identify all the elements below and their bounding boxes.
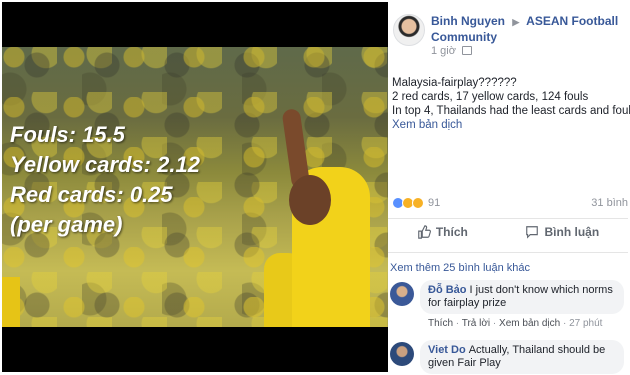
stat-per-game: (per game) (10, 212, 123, 237)
divider (388, 252, 628, 253)
comment-count[interactable]: 31 bình (591, 197, 628, 209)
post-photo[interactable]: Fouls: 15.5 Yellow cards: 2.12 Red cards… (2, 2, 388, 372)
comment-like-link[interactable]: Thích (428, 318, 453, 329)
like-button[interactable]: Thích (417, 225, 468, 239)
comment-label: Bình luận (544, 225, 600, 239)
player-edge (2, 277, 20, 327)
comment-reply-link[interactable]: Trả lời (462, 318, 490, 329)
reaction-count[interactable]: 91 (428, 197, 440, 209)
reaction-bar[interactable]: 91 31 bình (392, 197, 628, 209)
see-translation-link[interactable]: Xem bản dịch (392, 118, 630, 132)
comment-icon (526, 226, 539, 239)
post-meta: 1 giờ (431, 45, 473, 57)
comment-actions: Thích · Trả lời · Xem bản dịch · 27 phút (428, 318, 603, 329)
post-header: Binh Nguyen ▶ ASEAN Football Community (431, 14, 627, 45)
author-name[interactable]: Binh Nguyen (431, 14, 505, 28)
author-avatar[interactable] (393, 14, 425, 46)
action-bar: Thích Bình luận (388, 225, 628, 239)
wow-reaction-icon (412, 197, 424, 209)
comment-translate-link[interactable]: Xem bản dịch (499, 318, 560, 329)
post-body: Malaysia-fairplay?????? 2 red cards, 17 … (392, 76, 630, 132)
post-line: 2 red cards, 17 yellow cards, 124 fouls (392, 91, 589, 103)
commenter-name[interactable]: Viet Do (428, 344, 466, 356)
stats-overlay: Fouls: 15.5 Yellow cards: 2.12 Red cards… (10, 120, 200, 240)
commenter-avatar[interactable] (390, 282, 414, 306)
post-time[interactable]: 1 giờ (431, 45, 456, 57)
stat-fouls: Fouls: 15.5 (10, 122, 125, 147)
player-head (289, 175, 331, 225)
globe-icon (462, 46, 473, 55)
comment-bubble: Viet Do Actually, Thailand should be give… (420, 340, 624, 374)
comment-bubble: Đỗ Bảo I just don't know which norms for … (420, 280, 624, 314)
comment-button[interactable]: Bình luận (525, 225, 599, 239)
post-line: In top 4, Thailands had the least cards … (392, 105, 630, 117)
triangle-right-icon: ▶ (512, 17, 520, 27)
commenter-name[interactable]: Đỗ Bảo (428, 284, 467, 296)
comment-time[interactable]: 27 phút (569, 318, 602, 329)
post-line: Malaysia-fairplay?????? (392, 77, 517, 89)
view-more-comments-link[interactable]: Xem thêm 25 bình luận khác (390, 262, 530, 274)
divider (388, 218, 628, 219)
stat-red-cards: Red cards: 0.25 (10, 182, 173, 207)
stat-yellow-cards: Yellow cards: 2.12 (10, 152, 200, 177)
like-icon (418, 225, 431, 239)
like-label: Thích (435, 225, 468, 239)
commenter-avatar[interactable] (390, 342, 414, 366)
post-panel: Binh Nguyen ▶ ASEAN Football Community 1… (388, 0, 630, 375)
